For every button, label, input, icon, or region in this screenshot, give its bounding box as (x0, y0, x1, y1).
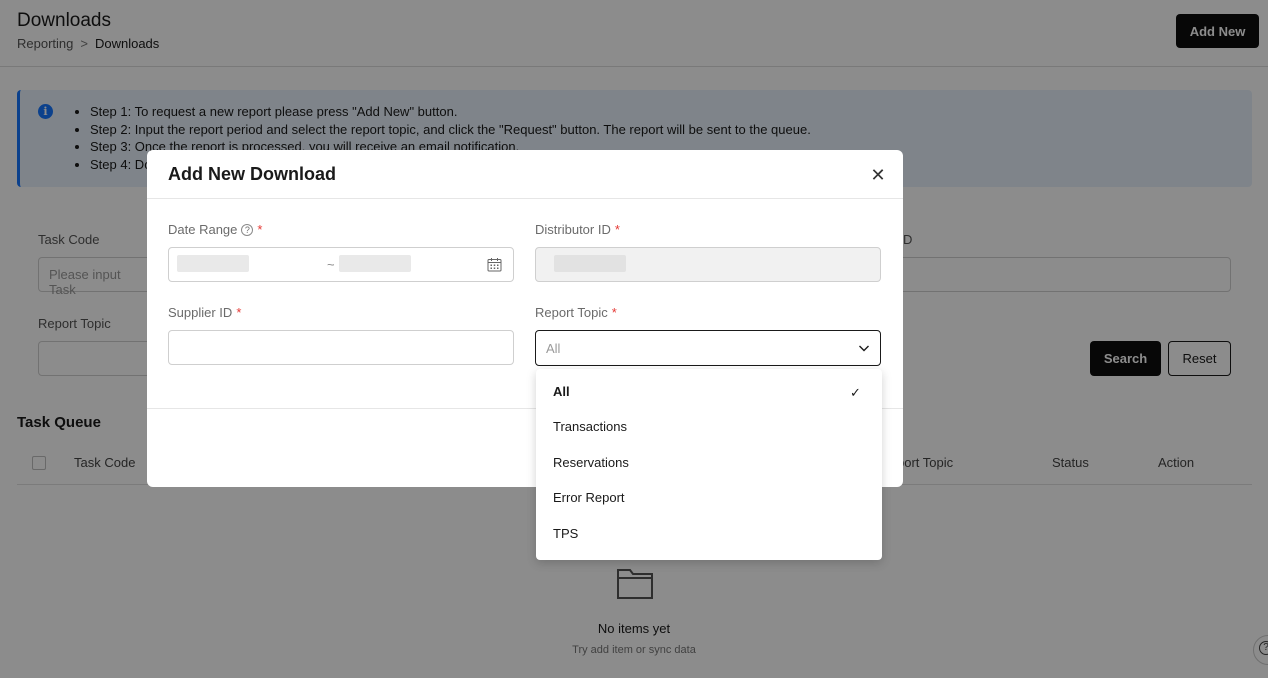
dropdown-option-reservations[interactable]: Reservations (536, 446, 882, 481)
dropdown-option-error-report[interactable]: Error Report (536, 481, 882, 516)
supplier-id-label: Supplier ID * (168, 305, 241, 320)
supplier-id-label-text: Supplier ID (168, 305, 233, 320)
option-label: Reservations (553, 455, 629, 470)
start-date-value[interactable] (177, 255, 249, 272)
modal-title: Add New Download (168, 164, 336, 184)
dropdown-option-all[interactable]: All ✓ (536, 375, 882, 410)
dropdown-option-transactions[interactable]: Transactions (536, 410, 882, 445)
end-date-value[interactable] (339, 255, 411, 272)
option-label: Error Report (553, 490, 625, 505)
report-topic-select[interactable]: All (535, 330, 881, 366)
distributor-id-label-text: Distributor ID (535, 222, 611, 237)
check-icon: ✓ (850, 385, 861, 400)
calendar-icon[interactable] (487, 257, 502, 272)
report-topic-label-text: Report Topic (535, 305, 608, 320)
distributor-id-field (535, 247, 881, 282)
date-range-label: Date Range ? * (168, 222, 262, 237)
option-label: TPS (553, 526, 579, 541)
required-mark: * (611, 305, 617, 320)
supplier-id-input[interactable] (168, 330, 514, 365)
option-label: Transactions (553, 419, 627, 434)
date-separator: ~ (327, 257, 335, 272)
date-range-picker[interactable]: ~ (168, 247, 514, 282)
distributor-id-value (554, 255, 626, 272)
help-icon[interactable]: ? (241, 223, 254, 236)
report-topic-selected-value: All (546, 341, 561, 356)
close-icon[interactable]: ✕ (868, 165, 888, 185)
dropdown-option-tps[interactable]: TPS (536, 517, 882, 552)
date-range-label-text: Date Range (168, 222, 238, 237)
required-mark: * (236, 305, 242, 320)
required-mark: * (257, 222, 263, 237)
modal-header: Add New Download ✕ (147, 150, 903, 199)
distributor-id-label: Distributor ID * (535, 222, 620, 237)
chevron-down-icon (859, 345, 869, 352)
report-topic-dropdown: All ✓ Transactions Reservations Error Re… (536, 369, 882, 560)
required-mark: * (614, 222, 620, 237)
report-topic-label: Report Topic * (535, 305, 617, 320)
option-label: All (553, 384, 570, 399)
